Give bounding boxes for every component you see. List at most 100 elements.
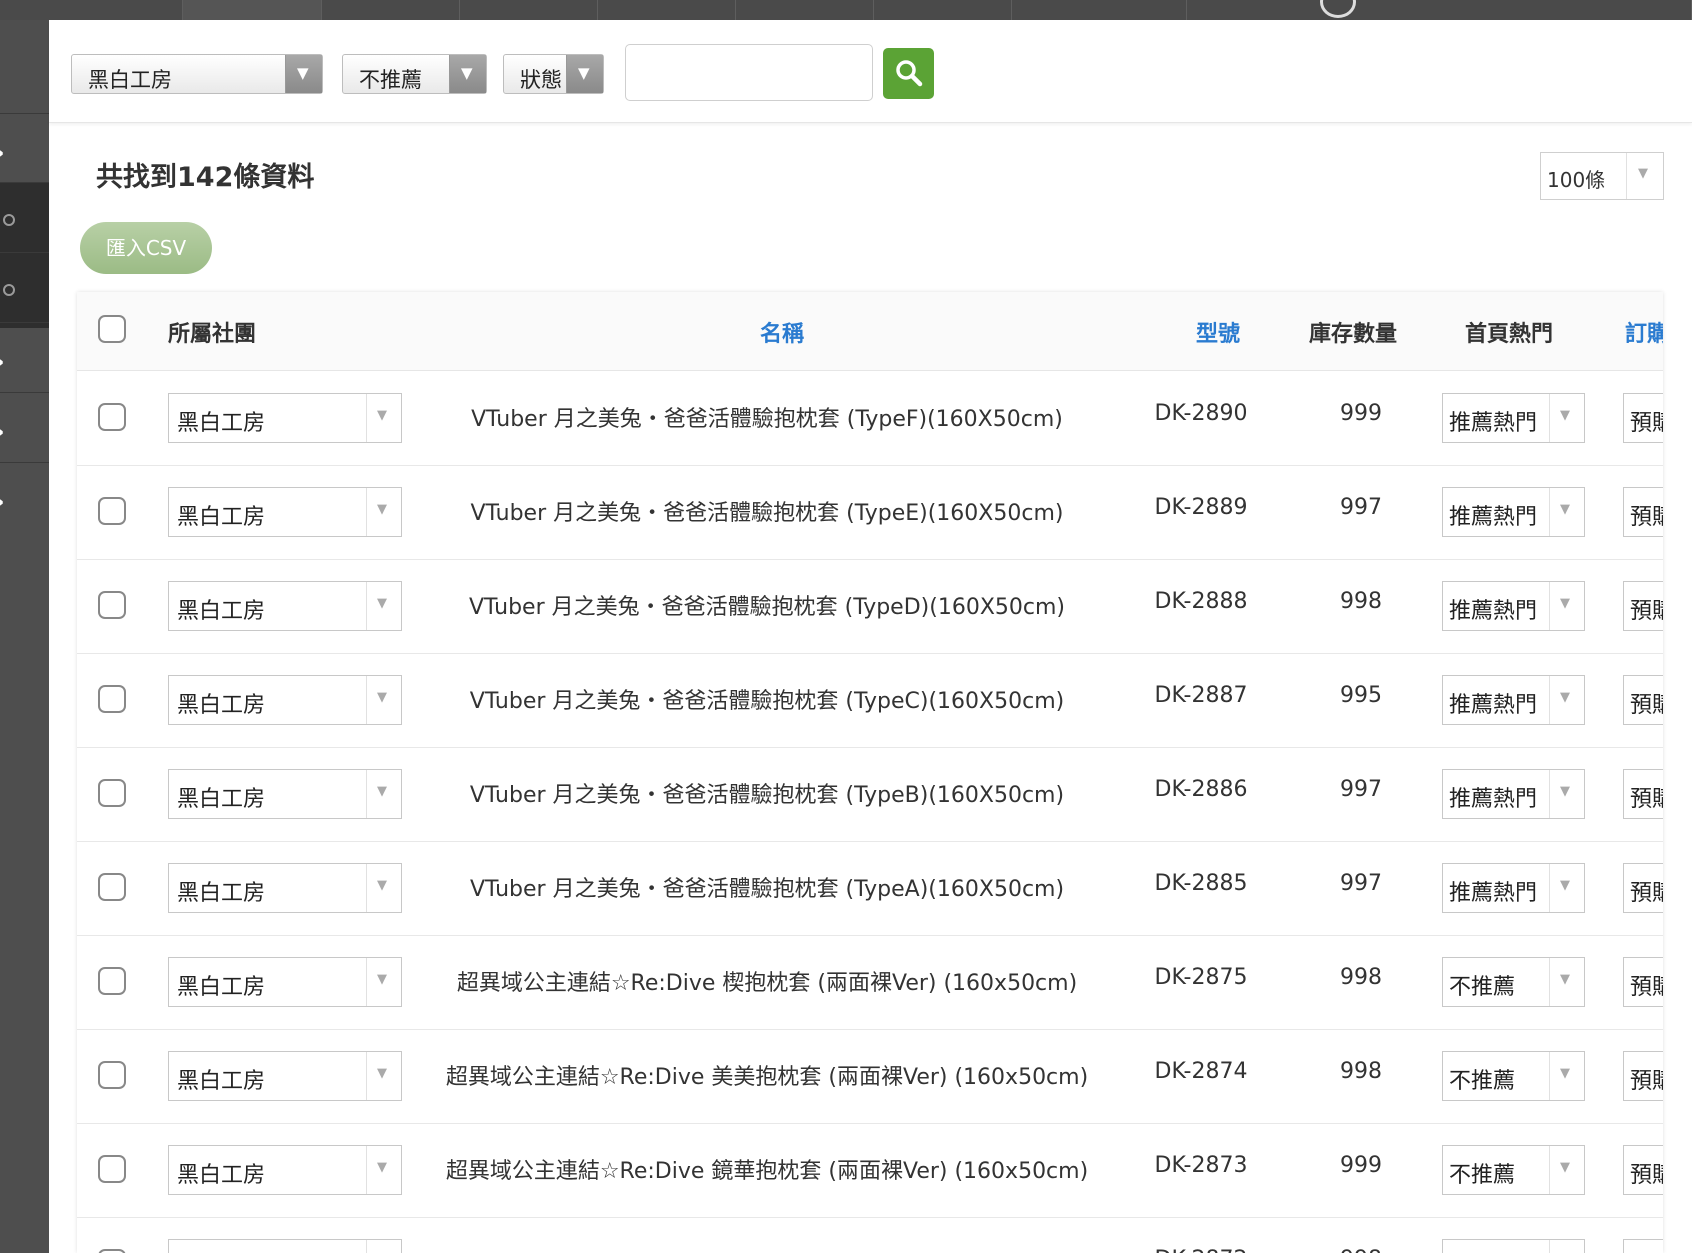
row-checkbox[interactable] bbox=[98, 403, 126, 431]
order-type-select[interactable]: 預購 bbox=[1623, 769, 1663, 819]
row-checkbox[interactable] bbox=[98, 779, 126, 807]
dropdown-arrow-icon: ▼ bbox=[366, 1240, 401, 1253]
homepage-hot-value: 不推薦 bbox=[1449, 975, 1516, 1000]
club-select[interactable]: 黑白工房▼ bbox=[168, 957, 402, 1007]
row-checkbox[interactable] bbox=[98, 685, 126, 713]
top-nav-tab[interactable] bbox=[322, 0, 460, 20]
order-type-value: 預購 bbox=[1630, 975, 1663, 1000]
order-type-select[interactable]: 預購 bbox=[1623, 393, 1663, 443]
top-nav-tab[interactable] bbox=[0, 0, 183, 20]
homepage-hot-select[interactable]: 不推薦▼ bbox=[1442, 1239, 1585, 1253]
top-nav-tab[interactable] bbox=[1490, 0, 1692, 20]
row-checkbox[interactable] bbox=[98, 1155, 126, 1183]
homepage-hot-select[interactable]: 推薦熱門 ▼ bbox=[1442, 675, 1585, 725]
order-type-select[interactable]: 預購 bbox=[1623, 581, 1663, 631]
sidebar-subitem[interactable] bbox=[0, 182, 49, 258]
sidebar-item[interactable]: › bbox=[0, 392, 49, 468]
homepage-hot-select[interactable]: 推薦熱門 ▼ bbox=[1442, 487, 1585, 537]
select-all-checkbox[interactable] bbox=[98, 315, 126, 343]
product-stock: 998 bbox=[1340, 589, 1382, 614]
chevron-right-icon: › bbox=[0, 347, 5, 377]
table-row: 黑白工房 ▼ 超異域公主連結☆Re:Dive 美美抱枕套 (兩面裸Ver) (160… bbox=[77, 1029, 1663, 1124]
row-checkbox[interactable] bbox=[98, 873, 126, 901]
top-nav-tab[interactable] bbox=[183, 0, 322, 20]
club-select-value: 黑白工房 bbox=[177, 787, 266, 812]
status-filter-select[interactable]: 狀態 ▼ bbox=[503, 54, 604, 94]
header-name[interactable]: 名稱 bbox=[760, 316, 804, 348]
top-nav-tab[interactable] bbox=[736, 0, 874, 20]
dropdown-arrow-icon: ▼ bbox=[366, 488, 401, 536]
homepage-hot-select[interactable]: 不推薦 ▼ bbox=[1442, 957, 1585, 1007]
sidebar-item[interactable]: › bbox=[0, 113, 49, 189]
club-select[interactable]: 黑白工房▼ bbox=[168, 769, 402, 819]
sidebar-subitem[interactable] bbox=[0, 252, 49, 328]
product-name: 超異域公主連結☆Re:Dive 鏡華抱枕套 (兩面裸Ver) (160x50cm… bbox=[445, 1159, 1089, 1184]
order-type-select[interactable]: 預購 bbox=[1623, 1145, 1663, 1195]
order-type-select[interactable]: 預購 bbox=[1623, 863, 1663, 913]
row-checkbox[interactable] bbox=[98, 1249, 126, 1253]
club-select[interactable]: 黑白工房▼ bbox=[168, 393, 402, 443]
homepage-hot-value: 不推薦 bbox=[1449, 1163, 1516, 1188]
top-nav-tab[interactable] bbox=[874, 0, 1012, 20]
row-checkbox[interactable] bbox=[98, 1061, 126, 1089]
recommend-filter-select[interactable]: 不推薦 ▼ bbox=[342, 54, 487, 94]
chevron-right-icon: › bbox=[0, 138, 5, 168]
dropdown-arrow-icon: ▼ bbox=[366, 582, 401, 630]
product-stock: 997 bbox=[1340, 495, 1382, 520]
header-order[interactable]: 訂購 bbox=[1625, 316, 1663, 348]
order-type-select[interactable]: 預購 bbox=[1623, 957, 1663, 1007]
top-nav-tab[interactable] bbox=[598, 0, 736, 20]
club-select-value: 黑白工房 bbox=[177, 975, 266, 1000]
recommend-filter-value: 不推薦 bbox=[359, 68, 422, 92]
row-checkbox[interactable] bbox=[98, 591, 126, 619]
header-model[interactable]: 型號 bbox=[1196, 316, 1240, 348]
dropdown-arrow-icon: ▼ bbox=[1549, 958, 1584, 1006]
club-select[interactable]: 黑白工房▼ bbox=[168, 863, 402, 913]
club-select-value: 黑白工房 bbox=[177, 599, 266, 624]
product-name: 超異域公主連結☆Re:Dive 美美抱枕套 (兩面裸Ver) (160x50cm… bbox=[445, 1065, 1089, 1090]
page-size-select[interactable]: 100條 ▼ bbox=[1540, 152, 1664, 200]
dropdown-arrow-icon: ▼ bbox=[566, 55, 603, 93]
order-type-select[interactable]: 預購 bbox=[1623, 1051, 1663, 1101]
product-table: 所屬社團 名稱 型號 庫存數量 首頁熱門 訂購 黑白工房 ▼ VTuber 月之美兔… bbox=[77, 292, 1663, 1253]
club-select[interactable]: 黑白工房▼ bbox=[168, 1051, 402, 1101]
homepage-hot-select[interactable]: 推薦熱門 ▼ bbox=[1442, 863, 1585, 913]
filter-bar: 黑白工房 ▼ 不推薦 ▼ 狀態 ▼ bbox=[49, 20, 1692, 123]
club-filter-select[interactable]: 黑白工房 ▼ bbox=[71, 54, 323, 94]
row-checkbox[interactable] bbox=[98, 967, 126, 995]
order-type-value: 預購 bbox=[1630, 1163, 1663, 1188]
import-csv-button[interactable]: 匯入CSV bbox=[80, 222, 212, 274]
order-type-value: 預購 bbox=[1630, 505, 1663, 530]
club-select[interactable]: 黑白工房▼ bbox=[168, 1145, 402, 1195]
order-type-select[interactable]: 預購 bbox=[1623, 675, 1663, 725]
product-model: DK-2889 bbox=[1154, 495, 1248, 520]
product-model: DK-2886 bbox=[1154, 777, 1248, 802]
homepage-hot-select[interactable]: 不推薦▼ bbox=[1442, 1051, 1585, 1101]
sidebar-item[interactable]: › bbox=[0, 462, 49, 538]
search-input[interactable] bbox=[625, 44, 873, 101]
header-stock: 庫存數量 bbox=[1309, 322, 1398, 347]
table-row: 黑白工房 ▼ VTuber 月之美兔・爸爸活體驗抱枕套 (TypeA)(160X50… bbox=[77, 841, 1663, 936]
order-type-value: 預購 bbox=[1630, 693, 1663, 718]
order-type-select[interactable]: 預購 bbox=[1623, 487, 1663, 537]
order-type-select[interactable]: 預購 bbox=[1623, 1239, 1663, 1253]
club-select[interactable]: 黑白工房▼ bbox=[168, 487, 402, 537]
row-checkbox[interactable] bbox=[98, 497, 126, 525]
sidebar-item[interactable]: › bbox=[0, 322, 49, 398]
homepage-hot-select[interactable]: 推薦熱門 ▼ bbox=[1442, 581, 1585, 631]
top-nav-tab[interactable] bbox=[1012, 0, 1187, 20]
homepage-hot-select[interactable]: 推薦熱門 ▼ bbox=[1442, 769, 1585, 819]
club-select[interactable]: 黑白工房▼ bbox=[168, 1239, 402, 1253]
header-club: 所屬社團 bbox=[168, 322, 257, 347]
homepage-hot-select[interactable]: 不推薦▼ bbox=[1442, 1145, 1585, 1195]
homepage-hot-select[interactable]: 推薦熱門 ▼ bbox=[1442, 393, 1585, 443]
club-select[interactable]: 黑白工房▼ bbox=[168, 675, 402, 725]
table-row: 黑白工房 ▼ VTuber 月之美兔・爸爸活體驗抱枕套 (TypeF)(160X50… bbox=[77, 371, 1663, 466]
club-select[interactable]: 黑白工房 ▼ bbox=[168, 581, 402, 631]
top-nav-tab[interactable] bbox=[460, 0, 598, 20]
search-button[interactable] bbox=[883, 48, 934, 99]
table-row: 黑白工房 ▼ VTuber 月之美兔・爸爸活體驗抱枕套 (TypeC)(160X50… bbox=[77, 653, 1663, 748]
product-model: DK-2874 bbox=[1154, 1059, 1248, 1084]
page-size-value: 100條 bbox=[1547, 168, 1606, 192]
homepage-hot-value: 不推薦 bbox=[1449, 1069, 1516, 1094]
